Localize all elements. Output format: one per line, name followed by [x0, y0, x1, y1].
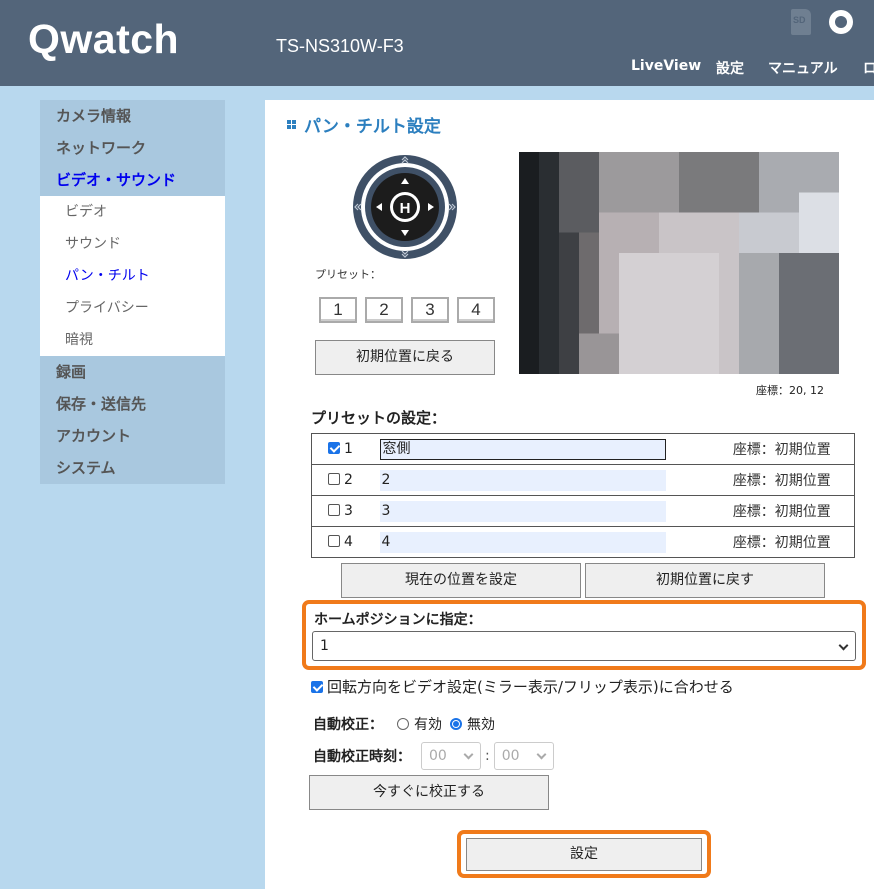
sidebar-item-camera-info[interactable]: カメラ情報 — [40, 100, 225, 132]
submit-highlight: 設定 — [457, 830, 711, 878]
reset-position-button[interactable]: 初期位置に戻す — [585, 563, 825, 598]
preset-checkbox-2[interactable] — [328, 473, 340, 485]
preset-number: 1 — [344, 441, 353, 457]
sidebar-subitem-privacy[interactable]: プライバシー — [40, 292, 225, 324]
preset-coord: 座標：初期位置 — [732, 495, 855, 527]
auto-calibration-enable-radio[interactable] — [397, 718, 409, 730]
sidebar-item-recording[interactable]: 録画 — [40, 356, 225, 388]
main-panel: パン・チルト設定 H プリセット： 1 2 3 4 初期位置に戻る 座標：20,… — [265, 100, 874, 889]
table-row: 2 2 座標：初期位置 — [311, 464, 855, 496]
app-header: Qwatch TS-NS310W-F3 SD LiveView 設定 マニュアル… — [0, 0, 874, 86]
sidebar-item-network[interactable]: ネットワーク — [40, 132, 225, 164]
coordinates-readout: 座標：20, 12 — [756, 384, 824, 397]
preset-number: 2 — [344, 472, 353, 488]
chevron-down-icon — [536, 749, 547, 760]
preset-checkbox-1[interactable] — [328, 442, 340, 454]
preset-number: 4 — [344, 534, 353, 550]
sidebar-item-system[interactable]: システム — [40, 452, 225, 484]
preset-coord: 座標：初期位置 — [732, 464, 855, 496]
sidebar-item-account[interactable]: アカウント — [40, 420, 225, 452]
auto-calibration-row: 自動校正： 有効 無効 — [313, 714, 503, 734]
chevron-down-icon — [838, 640, 849, 651]
mirror-label: 回転方向をビデオ設定(ミラー表示/フリップ表示)に合わせる — [327, 678, 734, 696]
page-title: パン・チルト設定 — [287, 112, 441, 137]
calibration-minute-select[interactable]: 00 — [493, 742, 554, 770]
preset-table: 1 窓側 座標：初期位置 2 2 座標：初期位置 3 3 座標：初期位置 4 4… — [311, 433, 855, 558]
device-model: TS-NS310W-F3 — [276, 36, 404, 56]
sd-card-label: SD — [793, 15, 806, 25]
auto-calibration-disable-label: 無効 — [467, 717, 495, 733]
nav-manual[interactable]: マニュアル — [768, 58, 838, 78]
auto-calibration-label: 自動校正： — [313, 717, 383, 733]
sidebar-subitem-video[interactable]: ビデオ — [40, 196, 225, 228]
sidebar-subitem-night-vision[interactable]: 暗視 — [40, 324, 225, 356]
preset-name-input-1[interactable]: 窓側 — [379, 438, 666, 460]
submit-button[interactable]: 設定 — [466, 838, 702, 871]
chevron-down-icon — [463, 749, 474, 760]
nav-settings[interactable]: 設定 — [716, 58, 744, 78]
set-current-position-button[interactable]: 現在の位置を設定 — [341, 563, 581, 598]
sidebar-item-video-sound[interactable]: ビデオ・サウンド — [40, 164, 225, 196]
preset-coord: 座標：初期位置 — [732, 433, 855, 465]
preset-coord: 座標：初期位置 — [732, 526, 855, 558]
nav-liveview[interactable]: LiveView — [631, 58, 701, 74]
home-position-value: 1 — [320, 638, 329, 654]
home-position-label: ホームポジションに指定： — [314, 612, 482, 628]
sidebar-subitem-sound[interactable]: サウンド — [40, 228, 225, 260]
camera-preview[interactable] — [519, 152, 839, 374]
table-row: 4 4 座標：初期位置 — [311, 526, 855, 558]
grid-icon — [287, 120, 296, 129]
preset-button-3[interactable]: 3 — [411, 297, 449, 323]
table-row: 3 3 座標：初期位置 — [311, 495, 855, 527]
auto-calibration-enable-label: 有効 — [414, 717, 442, 733]
record-icon[interactable] — [829, 10, 853, 34]
auto-calibration-disable-radio[interactable] — [450, 718, 462, 730]
sidebar-subitem-pan-tilt[interactable]: パン・チルト — [40, 260, 225, 292]
sidebar-submenu: ビデオ サウンド パン・チルト プライバシー 暗視 — [40, 196, 225, 356]
preset-buttons: 1 2 3 4 — [319, 297, 495, 323]
home-position-highlight: ホームポジションに指定： 1 — [302, 600, 866, 670]
sd-card-icon[interactable]: SD — [791, 9, 811, 35]
app-logo: Qwatch — [28, 16, 180, 62]
calibration-hour-select[interactable]: 00 — [421, 742, 481, 770]
preset-checkbox-4[interactable] — [328, 535, 340, 547]
table-row: 1 窓側 座標：初期位置 — [311, 433, 855, 465]
return-initial-button[interactable]: 初期位置に戻る — [315, 340, 495, 375]
preset-number: 3 — [344, 503, 353, 519]
calibration-time-row: 自動校正時刻： 00 : 00 — [313, 742, 554, 770]
preset-name-input-3[interactable]: 3 — [379, 500, 666, 522]
preset-name-input-4[interactable]: 4 — [379, 531, 666, 553]
calibration-hour-value: 00 — [429, 748, 447, 764]
preset-button-1[interactable]: 1 — [319, 297, 357, 323]
page-title-text: パン・チルト設定 — [304, 117, 441, 137]
preset-label: プリセット： — [315, 268, 381, 281]
sidebar: カメラ情報 ネットワーク ビデオ・サウンド ビデオ サウンド パン・チルト プラ… — [40, 100, 225, 484]
calibration-time-label: 自動校正時刻： — [313, 749, 411, 765]
preset-button-4[interactable]: 4 — [457, 297, 495, 323]
nav-logout[interactable]: ロ — [863, 58, 874, 78]
time-separator: : — [485, 748, 490, 764]
ptz-controller: H — [353, 155, 457, 259]
mirror-checkbox[interactable] — [311, 681, 323, 693]
preset-settings-title: プリセットの設定： — [311, 409, 447, 427]
preset-checkbox-3[interactable] — [328, 504, 340, 516]
sidebar-item-storage[interactable]: 保存・送信先 — [40, 388, 225, 420]
mirror-option: 回転方向をビデオ設定(ミラー表示/フリップ表示)に合わせる — [311, 676, 734, 697]
home-center-label[interactable]: H — [400, 200, 411, 217]
home-position-select[interactable]: 1 — [312, 631, 856, 661]
preset-button-2[interactable]: 2 — [365, 297, 403, 323]
calibrate-now-button[interactable]: 今すぐに校正する — [309, 775, 549, 810]
preset-name-input-2[interactable]: 2 — [379, 469, 666, 491]
calibration-minute-value: 00 — [501, 748, 520, 764]
